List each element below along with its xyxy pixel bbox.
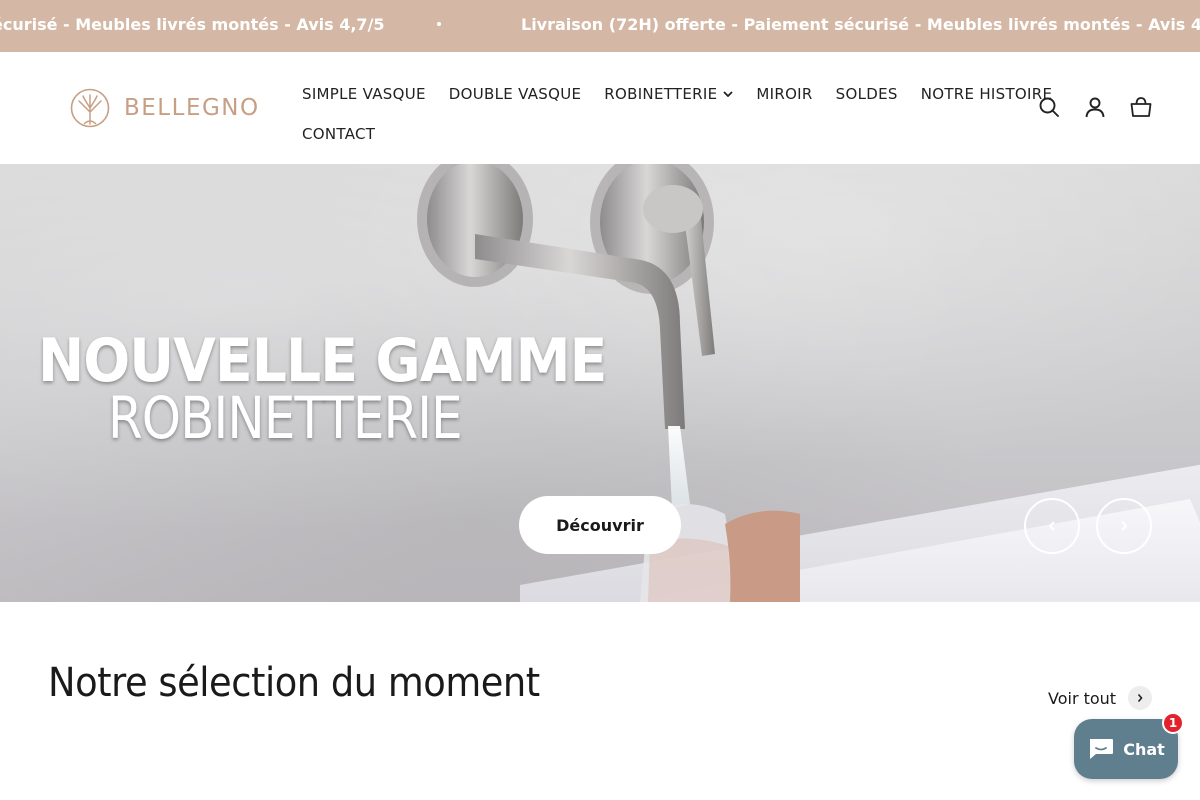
chat-label: Chat (1123, 739, 1165, 759)
nav-item-label: ROBINETTERIE (604, 85, 718, 103)
logo-text: BELLEGNO (124, 95, 260, 121)
chat-bubble-icon (1090, 739, 1114, 759)
announcement-text: Livraison (72H) offerte - Paiement sécur… (521, 15, 1200, 34)
chevron-right-icon (1121, 521, 1128, 531)
carousel-prev-button[interactable] (1024, 498, 1080, 554)
cart-icon[interactable] (1130, 96, 1152, 118)
chat-button[interactable]: Chat 1 (1074, 712, 1184, 779)
account-icon[interactable] (1084, 96, 1106, 118)
nav-item-miroir[interactable]: MIROIR (756, 85, 812, 103)
section-title: Notre sélection du moment (48, 660, 540, 706)
header-icons (1038, 96, 1152, 118)
chevron-down-icon (723, 91, 734, 97)
nav-item-soldes[interactable]: SOLDES (836, 85, 898, 103)
carousel-next-button[interactable] (1096, 498, 1152, 554)
chevron-left-icon (1048, 521, 1055, 531)
tree-logo-icon (70, 88, 110, 128)
nav-item-notre-histoire[interactable]: NOTRE HISTOIRE (921, 85, 1053, 103)
see-all-link[interactable]: Voir tout (1048, 686, 1153, 710)
hero-banner: NOUVELLE GAMME ROBINETTERIE Découvrir (0, 164, 1200, 602)
discover-button[interactable]: Découvrir (519, 496, 681, 554)
main-nav: SIMPLE VASQUE DOUBLE VASQUE ROBINETTERIE… (302, 74, 1052, 154)
nav-item-simple-vasque[interactable]: SIMPLE VASQUE (302, 85, 426, 103)
announcement-text: écurisé - Meubles livrés montés - Avis 4… (0, 15, 385, 34)
search-icon[interactable] (1038, 96, 1060, 118)
announcement-separator (437, 22, 441, 26)
site-header: BELLEGNO SIMPLE VASQUE DOUBLE VASQUE ROB… (0, 52, 1200, 164)
hero-subtitle: ROBINETTERIE (108, 384, 463, 452)
chevron-right-icon (1128, 686, 1153, 710)
logo[interactable]: BELLEGNO (70, 88, 260, 128)
announcement-bar: écurisé - Meubles livrés montés - Avis 4… (0, 0, 1200, 52)
chat-notification-badge: 1 (1162, 712, 1184, 734)
nav-item-robinetterie[interactable]: ROBINETTERIE (604, 85, 734, 103)
nav-item-double-vasque[interactable]: DOUBLE VASQUE (449, 85, 581, 103)
see-all-label: Voir tout (1048, 688, 1117, 708)
nav-item-contact[interactable]: CONTACT (302, 125, 375, 143)
